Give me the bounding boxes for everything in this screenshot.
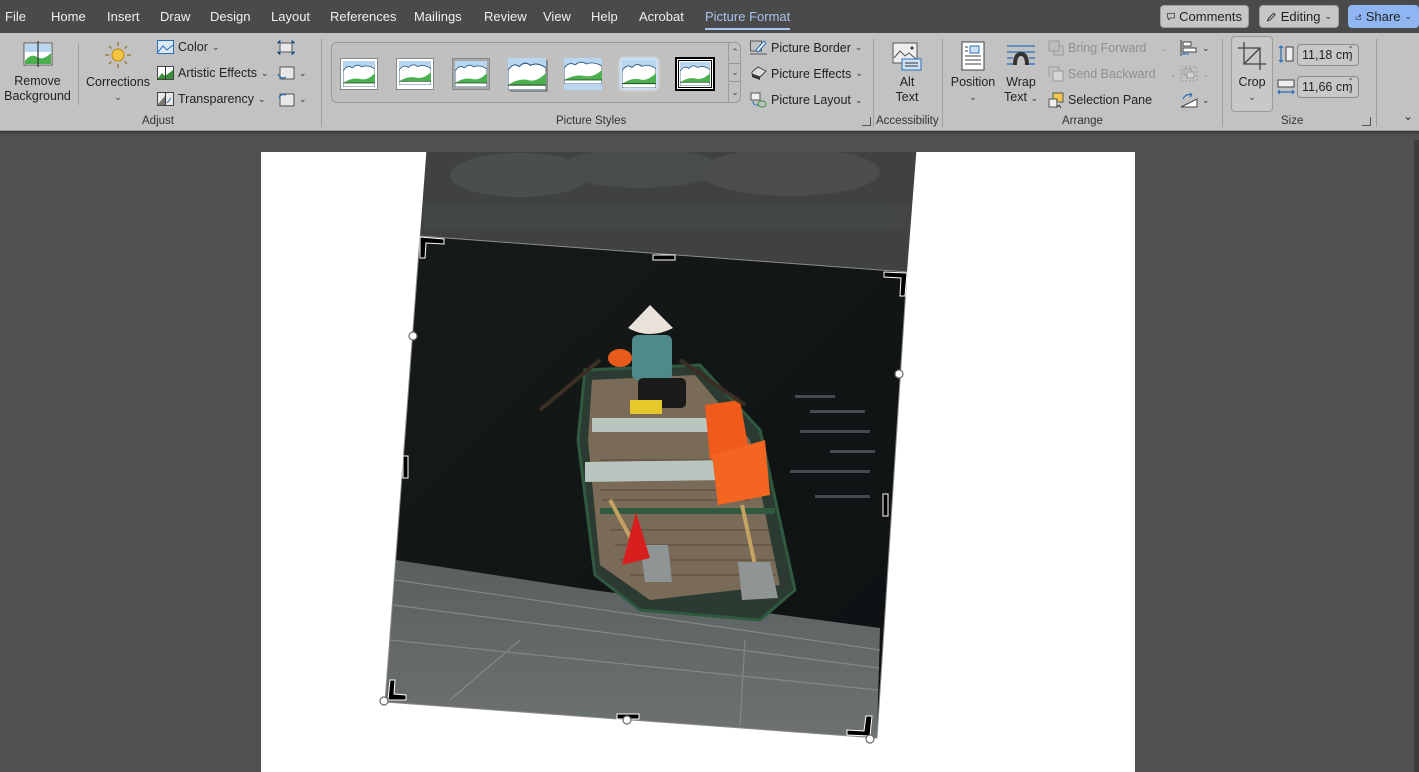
resize-handle-bottom-right[interactable] [865,734,875,744]
resize-handle-bottom-left[interactable] [379,696,389,706]
cross-beam [600,508,775,514]
yellow-bag [630,400,662,414]
crop-handle-top[interactable] [652,254,676,261]
bench [592,418,720,432]
person-shirt [632,335,672,380]
bench [585,460,730,482]
life-jacket [608,349,632,367]
resize-handle-right[interactable] [894,369,904,379]
picture[interactable] [384,235,908,739]
crop-handle-left[interactable] [402,455,409,479]
resize-handle-bottom[interactable] [622,715,632,725]
crop-handle-right[interactable] [882,493,889,517]
resize-handle-left[interactable] [408,331,418,341]
picture-crop-overlay [379,152,917,744]
